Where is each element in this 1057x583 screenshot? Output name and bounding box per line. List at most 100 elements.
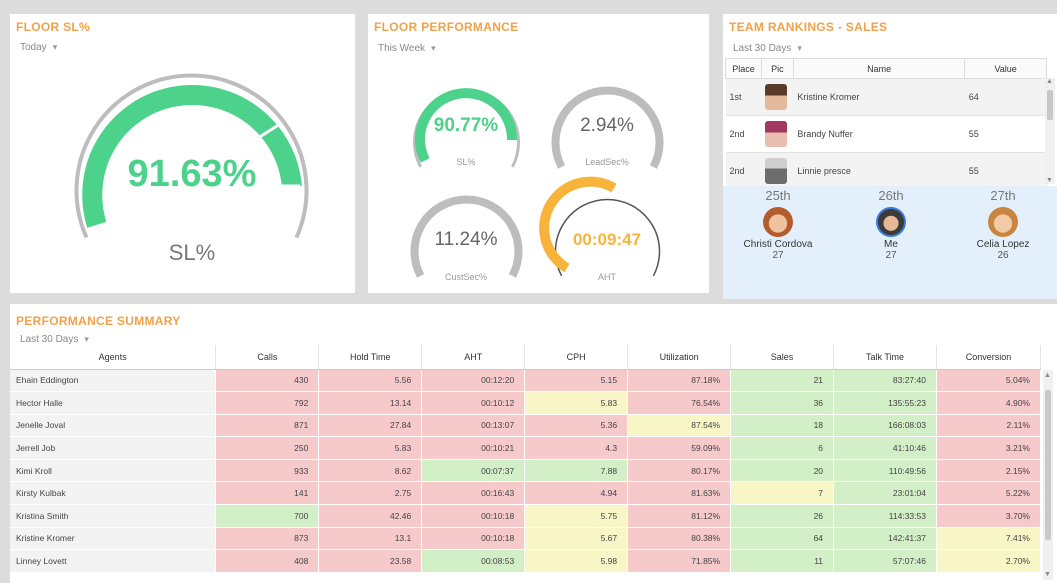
summary-header-hold-time[interactable]: Hold Time [318,345,423,370]
summary-header-talk-time[interactable]: Talk Time [833,345,937,370]
avatar [876,207,906,237]
rank-name: Kristine Kromer [793,78,965,116]
summary-cell: 00:16:43 [421,481,526,506]
summary-cell: 76.54% [627,391,732,415]
summary-cell: 42.46 [318,504,423,528]
summary-cell: 141 [215,481,320,506]
summary-cell: 700 [215,504,320,528]
rankings-row[interactable]: 2nd Linnie presce 55 [725,152,1047,190]
rankings-scrollbar[interactable]: ▲ ▼ [1045,78,1055,184]
floor-sl-value: 91.63% [128,153,257,195]
rankings-header-name[interactable]: Name [792,58,966,79]
floor-performance-panel: FLOOR PERFORMANCE This Week ▾ 90.77% SL% … [368,14,709,293]
summary-cell: 11 [730,549,835,573]
summary-cell: 59.09% [627,436,732,460]
summary-cell: 57:07:46 [833,549,937,573]
summary-header-sales[interactable]: Sales [730,345,835,370]
summary-cell: 873 [215,527,320,551]
summary-cell: 18 [730,414,835,438]
summary-cell: 4.3 [524,436,629,460]
summary-cell: 3.70% [936,504,1042,528]
summary-cell: 13.1 [318,527,423,551]
rankings-header-row: Place Pic Name Value [725,58,1047,79]
rank-place: 2nd [725,152,762,190]
summary-cell: 87.18% [627,369,732,393]
performance-summary-table: Agents Calls Hold Time AHT CPH Utilizati… [10,345,1042,573]
peer-card[interactable]: 25th Christi Cordova 27 [728,186,828,261]
summary-cell: 5.36 [524,414,629,438]
rankings-row[interactable]: 1st Kristine Kromer 64 [725,78,1047,116]
table-row[interactable]: Jenelle Joval 871 27.84 00:13:07 5.36 87.54% 1… [10,414,1042,438]
agent-name-cell: Kimi Kroll [10,459,217,483]
summary-header-calls[interactable]: Calls [215,345,320,370]
scroll-up-icon[interactable]: ▲ [1046,78,1053,85]
chevron-down-icon: ▾ [84,334,89,344]
summary-cell: 2.75 [318,481,423,506]
summary-cell: 5.83 [524,391,629,415]
scroll-down-icon[interactable]: ▼ [1044,571,1051,578]
summary-cell: 8.62 [318,459,423,483]
rank-value: 55 [964,152,1047,190]
rankings-row[interactable]: 2nd Brandy Nuffer 55 [725,115,1047,153]
rankings-header-place[interactable]: Place [725,58,762,79]
rankings-header-value[interactable]: Value [964,58,1047,79]
rank-place: 1st [725,78,762,116]
summary-cell: 20 [730,459,835,483]
gauge-aht-value: 00:09:47 [573,230,641,249]
floor-performance-gauges: 90.77% SL% 2.94% LeadSec% 11.24% CustSec… [410,86,664,282]
summary-cell: 87.54% [627,414,732,438]
summary-header-aht[interactable]: AHT [421,345,526,370]
table-row[interactable]: Kirsty Kulbak 141 2.75 00:16:43 4.94 81.63% 7 2… [10,481,1042,506]
peer-card-me[interactable]: 26th Me 27 [841,186,941,261]
summary-header-cph[interactable]: CPH [524,345,629,370]
floor-sl-gauge: 91.63% SL% [74,73,309,265]
summary-scrollbar[interactable]: ▲ ▼ [1043,370,1053,580]
agent-name-cell: Jenelle Joval [10,414,217,438]
summary-cell: 110:49:56 [833,459,937,483]
summary-cell: 23.58 [318,549,423,573]
agent-name-cell: Jerrell Job [10,436,217,460]
avatar [763,207,793,237]
summary-cell: 5.04% [936,369,1042,393]
scroll-up-icon[interactable]: ▲ [1044,372,1051,379]
table-row[interactable]: Jerrell Job 250 5.83 00:10:21 4.3 59.09% 6 41:1… [10,436,1042,460]
performance-summary-period-dropdown[interactable]: Last 30 Days ▾ [20,334,89,345]
table-row[interactable]: Ehain Eddington 430 5.56 00:12:20 5.15 87.18%… [10,369,1042,393]
summary-cell: 13.14 [318,391,423,415]
rankings-table: Place Pic Name Value 1st Kristine Kromer… [725,58,1047,190]
team-rankings-title: TEAM RANKINGS - SALES [729,20,888,34]
team-rankings-period-dropdown[interactable]: Last 30 Days ▾ [733,43,802,54]
performance-summary-title: PERFORMANCE SUMMARY [16,314,181,328]
summary-cell: 00:12:20 [421,369,526,393]
chevron-down-icon: ▾ [797,43,802,53]
summary-cell: 114:33:53 [833,504,937,528]
table-row[interactable]: Kimi Kroll 933 8.62 00:07:37 7.88 80.17% 20 110… [10,459,1042,483]
summary-header-utilization[interactable]: Utilization [627,345,732,370]
team-rankings-panel: TEAM RANKINGS - SALES Last 30 Days ▾ Plac… [723,14,1057,299]
gauge-leadsec-label: LeadSec% [585,157,629,167]
table-row[interactable]: Hector Halle 792 13.14 00:10:12 5.83 76.54% 36… [10,391,1042,415]
summary-cell: 7.88 [524,459,629,483]
summary-cell: 81.63% [627,481,732,506]
gauge-aht-label: AHT [598,272,617,282]
summary-cell: 7.41% [936,527,1042,551]
scroll-down-icon[interactable]: ▼ [1046,177,1053,184]
floor-sl-panel: FLOOR SL% Today ▾ 91.63% SL% [10,14,355,293]
avatar [761,152,794,190]
summary-cell: 00:08:53 [421,549,526,573]
summary-scroll-thumb[interactable] [1045,390,1051,540]
table-row[interactable]: Linney Lovett 408 23.58 00:08:53 5.98 71.85% 1… [10,549,1042,573]
summary-header-conversion[interactable]: Conversion [936,345,1042,370]
rankings-header-pic[interactable]: Pic [760,58,794,79]
rankings-scroll-thumb[interactable] [1047,90,1053,120]
summary-cell: 80.17% [627,459,732,483]
table-row[interactable]: Kristine Kromer 873 13.1 00:10:18 5.67 80.38%… [10,527,1042,551]
avatar [988,207,1018,237]
summary-header-agents[interactable]: Agents [10,345,217,370]
peer-card[interactable]: 27th Celia Lopez 26 [953,186,1053,261]
gauge-sl-label: SL% [456,157,475,167]
table-row[interactable]: Kristina Smith 700 42.46 00:10:18 5.75 81.12%… [10,504,1042,528]
peer-value: 26 [997,250,1009,261]
gauge-leadsec-value: 2.94% [580,115,634,136]
summary-cell: 6 [730,436,835,460]
